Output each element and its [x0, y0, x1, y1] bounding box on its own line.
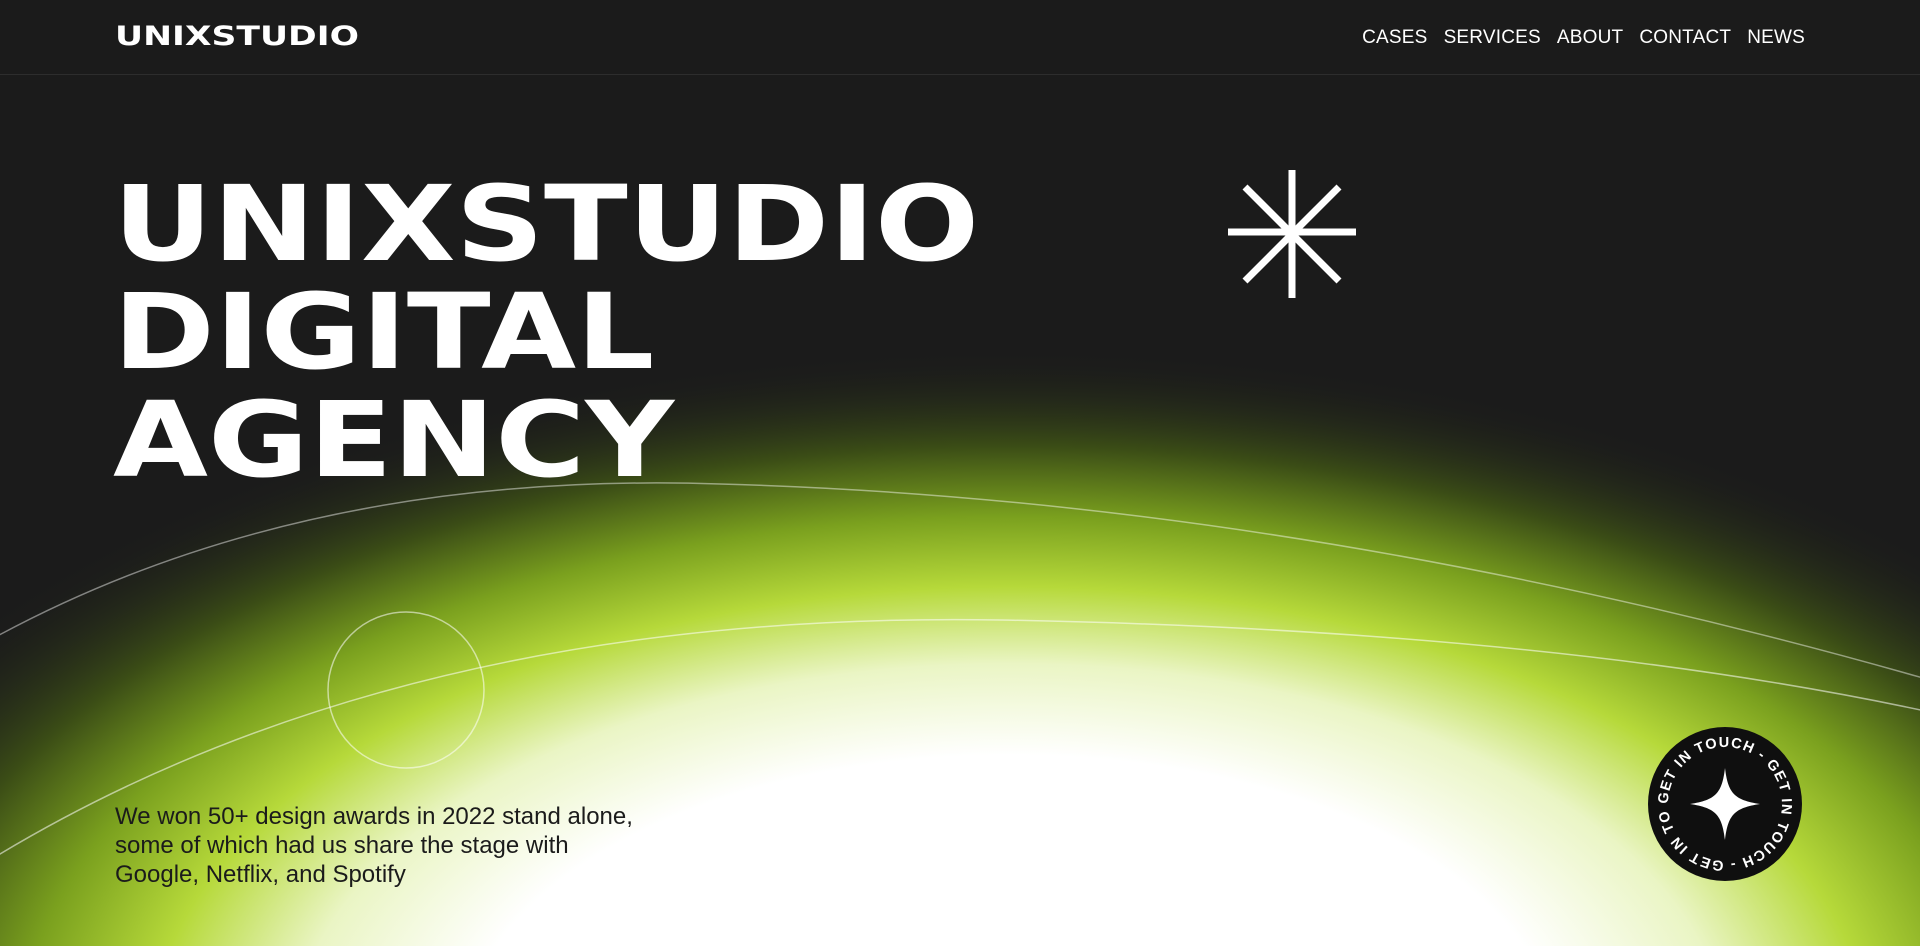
get-in-touch-badge-graphic: GET IN TOUCH - GET IN TOUCH - GET IN TOU… [1648, 727, 1793, 873]
hero-title-line: AGENCY [113, 379, 675, 501]
hero-title-line: UNIXSTUDIO [113, 163, 980, 285]
tagline-line: some of which had us share the stage wit… [115, 832, 569, 859]
nav-link-about[interactable]: ABOUT [1557, 26, 1623, 50]
page: UNIXSTUDIO CASES SERVICES ABOUT CONTACT … [0, 0, 1920, 946]
four-point-star-icon [1690, 768, 1760, 840]
site-header: UNIXSTUDIO CASES SERVICES ABOUT CONTACT … [0, 0, 1920, 75]
hero-tagline: We won 50+ design awards in 2022 stand a… [115, 802, 715, 889]
main-nav: CASES SERVICES ABOUT CONTACT NEWS [1362, 26, 1805, 50]
brand-logo[interactable]: UNIXSTUDIO [115, 22, 359, 52]
hero-title: UNIXSTUDIO DIGITAL AGENCY [113, 170, 979, 494]
tagline-line: Google, Netflix, and Spotify [115, 861, 406, 888]
hero-title-line: DIGITAL [113, 271, 655, 393]
nav-link-services[interactable]: SERVICES [1444, 26, 1541, 50]
get-in-touch-button[interactable]: GET IN TOUCH - GET IN TOUCH - GET IN TOU… [1648, 727, 1802, 881]
tagline-line: We won 50+ design awards in 2022 stand a… [115, 803, 633, 830]
nav-link-contact[interactable]: CONTACT [1639, 26, 1731, 50]
nav-link-cases[interactable]: CASES [1362, 26, 1427, 50]
asterisk-icon [1228, 170, 1356, 298]
nav-link-news[interactable]: NEWS [1747, 26, 1805, 50]
